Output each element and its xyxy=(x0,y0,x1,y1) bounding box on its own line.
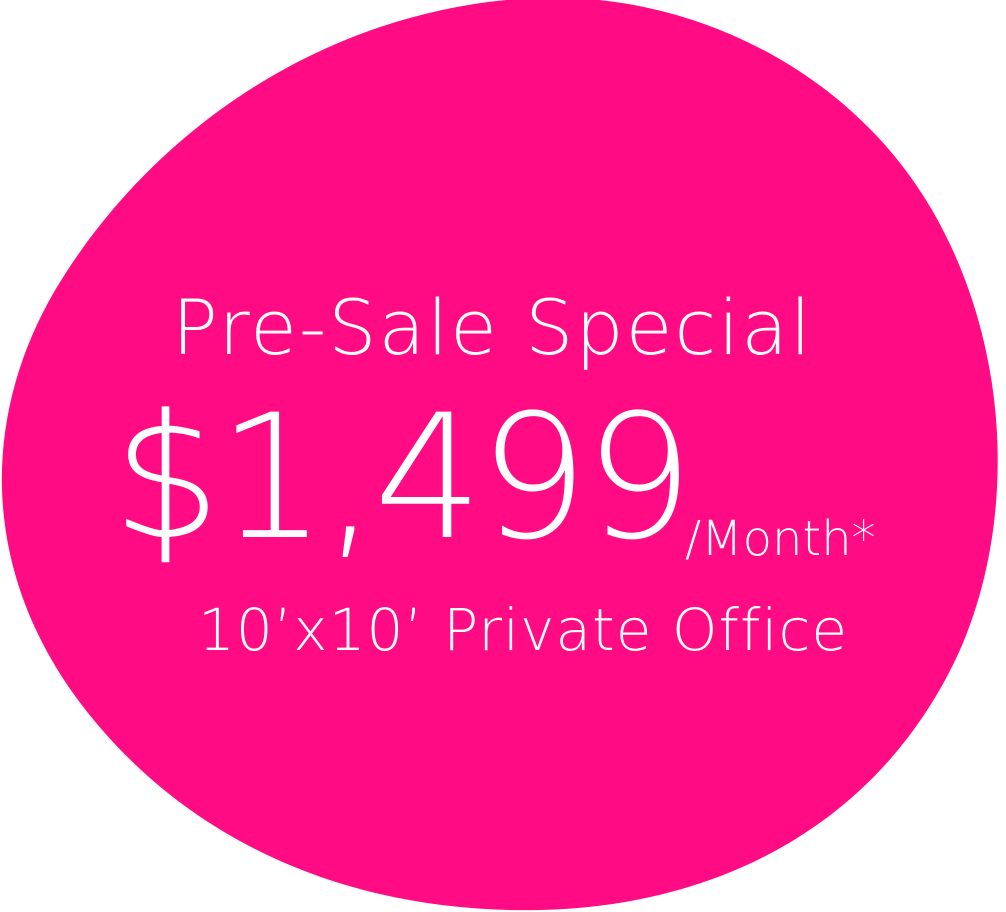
pre-sale-promo-badge: Pre-Sale Special $1,499 /Month* 10’x10’ … xyxy=(0,0,1006,912)
office-size-text: 10’x10’ Private Office xyxy=(198,596,849,664)
headline-text: Pre-Sale Special xyxy=(172,283,813,372)
billing-period-text: /Month* xyxy=(685,511,876,567)
price-text: $1,499 xyxy=(112,377,694,578)
